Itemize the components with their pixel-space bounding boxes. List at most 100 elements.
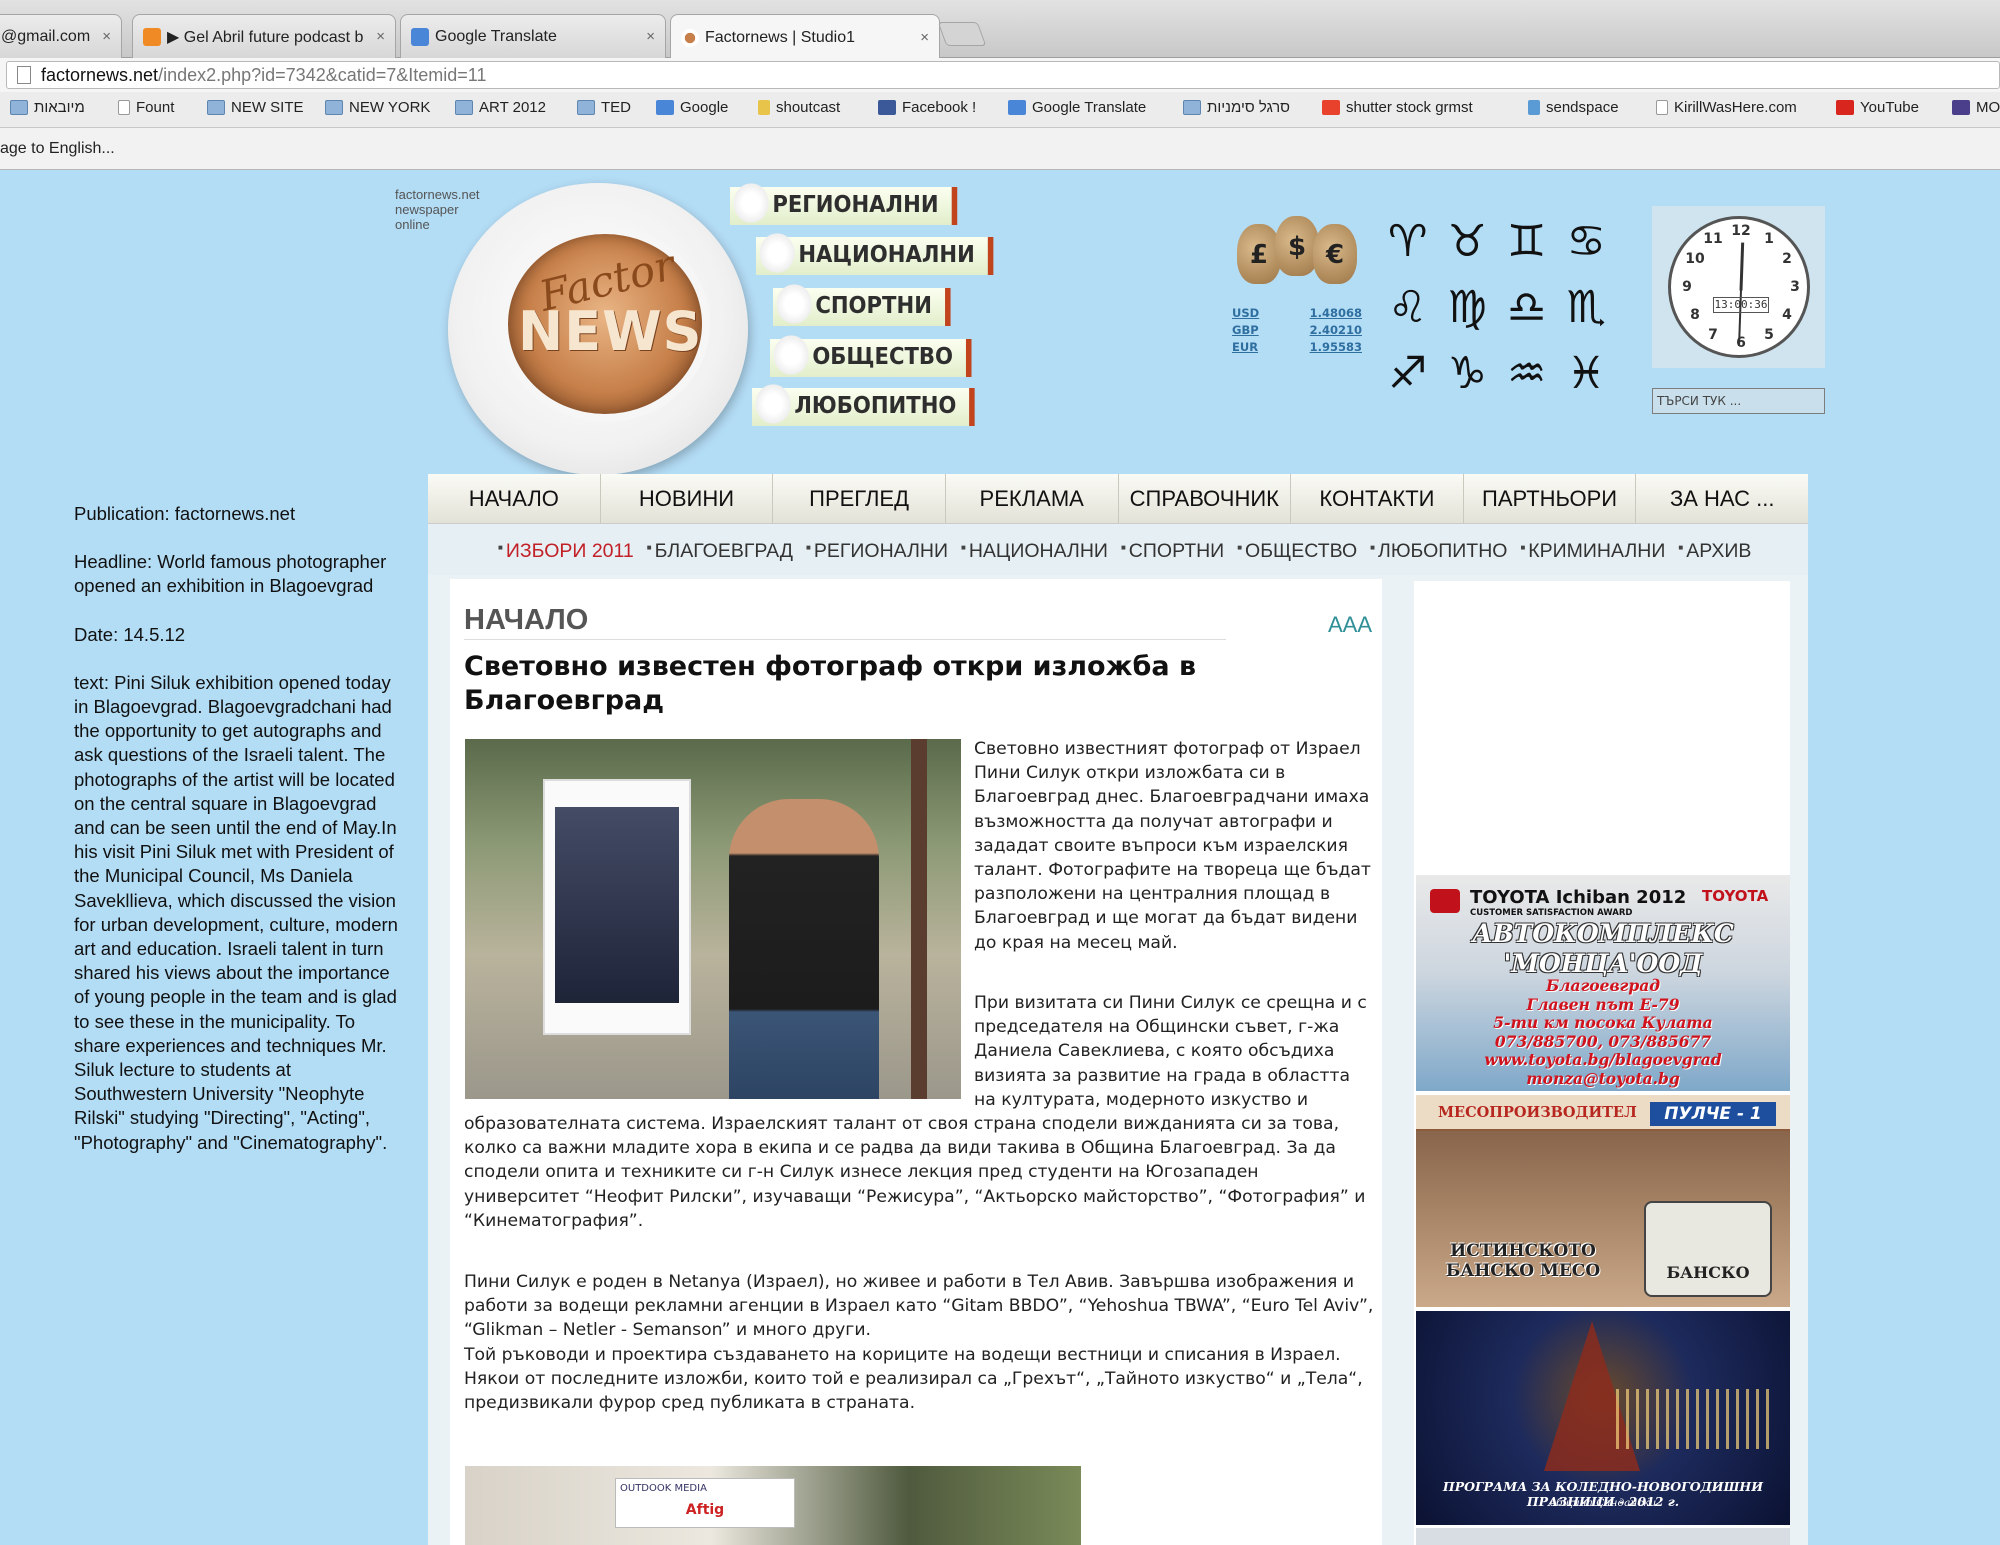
nav-review[interactable]: ПРЕГЛЕД bbox=[773, 474, 946, 523]
google-icon bbox=[656, 100, 674, 115]
nav-contacts[interactable]: КОНТАКТИ bbox=[1291, 474, 1464, 523]
nav-about[interactable]: ЗА НАС ... bbox=[1636, 474, 1808, 523]
close-icon[interactable]: × bbox=[646, 28, 655, 45]
libra-icon[interactable]: ♎ bbox=[1497, 274, 1557, 340]
folder-icon bbox=[207, 100, 225, 115]
sagittarius-icon[interactable]: ♐ bbox=[1378, 340, 1438, 406]
capricorn-icon[interactable]: ♑ bbox=[1438, 340, 1498, 406]
category-link-curious[interactable]: ЛЮБОПИТНО bbox=[752, 384, 975, 426]
clock-number: 6 bbox=[1736, 335, 1746, 351]
pisces-icon[interactable]: ♓ bbox=[1557, 340, 1617, 406]
note-text: text: Pini Siluk exhibition opened today… bbox=[74, 671, 398, 1153]
cream-blob-icon bbox=[755, 384, 791, 424]
ad-toyota-banner[interactable]: TOYOTA Ichiban 2012 CUSTOMER SATISFACTIO… bbox=[1416, 875, 1790, 1091]
currency-row[interactable]: EUR 1.95583 bbox=[1232, 340, 1362, 357]
cream-blob-icon bbox=[776, 284, 812, 324]
bookmark-label: Facebook ! bbox=[902, 99, 977, 116]
currency-code: EUR bbox=[1232, 340, 1259, 354]
bookmark-item[interactable]: MO bbox=[1952, 99, 2000, 116]
ad-next-banner[interactable] bbox=[1416, 1528, 1790, 1545]
close-icon[interactable]: × bbox=[102, 28, 111, 45]
photographer-figure bbox=[729, 799, 879, 1099]
bookmark-label: Fount bbox=[136, 99, 175, 116]
new-tab-button[interactable] bbox=[937, 22, 987, 46]
bookmark-label: YouTube bbox=[1860, 99, 1919, 116]
category-link-sports[interactable]: СПОРТНИ bbox=[773, 284, 951, 326]
clock-icon: 12 1 2 3 4 5 6 7 8 9 10 11 13:00:36 bbox=[1668, 216, 1810, 358]
subnav-sports[interactable]: СПОРТНИ bbox=[1121, 540, 1224, 563]
category-link-society[interactable]: ОБЩЕСТВО bbox=[770, 335, 972, 377]
bookmark-item[interactable]: Fount bbox=[118, 99, 174, 116]
url-input[interactable]: factornews.net /index2.php?id=7342&catid… bbox=[6, 61, 2000, 89]
bookmark-item[interactable]: KirillWasHere.com bbox=[1656, 99, 1797, 116]
subnav-elections[interactable]: ИЗБОРИ 2011 bbox=[498, 540, 634, 563]
bookmark-item[interactable]: NEW YORK bbox=[325, 99, 430, 116]
bookmark-item[interactable]: Facebook ! bbox=[878, 99, 976, 116]
address-bar: factornews.net /index2.php?id=7342&catid… bbox=[0, 58, 2000, 92]
cream-blob-icon bbox=[759, 233, 795, 273]
currency-row[interactable]: GBP 2.40210 bbox=[1232, 323, 1362, 340]
article-headline: Световно известен фотограф откри изложба… bbox=[464, 651, 1197, 716]
nav-advertising[interactable]: РЕКЛАМА bbox=[946, 474, 1119, 523]
category-link-regional[interactable]: РЕГИОНАЛНИ bbox=[730, 183, 957, 225]
tab-factornews[interactable]: Factornews | Studio1 × bbox=[670, 14, 940, 60]
clock-number: 7 bbox=[1708, 327, 1718, 343]
folder-icon bbox=[10, 100, 28, 115]
toyota-logo-icon bbox=[1430, 889, 1460, 913]
clock-widget: 12 1 2 3 4 5 6 7 8 9 10 11 13:00:36 bbox=[1652, 206, 1825, 368]
currency-row[interactable]: USD 1.48068 bbox=[1232, 306, 1362, 323]
tab-google-translate[interactable]: Google Translate × bbox=[400, 14, 666, 58]
font-size-control[interactable]: AAA bbox=[1328, 612, 1372, 638]
bookmark-item[interactable]: sendspace bbox=[1528, 99, 1619, 116]
scorpio-icon[interactable]: ♏ bbox=[1557, 274, 1617, 340]
bookmark-item[interactable]: Google bbox=[656, 99, 728, 116]
aries-icon[interactable]: ♈ bbox=[1378, 208, 1438, 274]
category-label: ЛЮБОПИТНО bbox=[794, 393, 957, 419]
note-publication: Publication: factornews.net bbox=[74, 503, 296, 524]
aquarius-icon[interactable]: ♒ bbox=[1497, 340, 1557, 406]
ad-line: Благоевград bbox=[1545, 976, 1661, 995]
article-photo[interactable] bbox=[465, 739, 961, 1099]
leo-icon[interactable]: ♌ bbox=[1378, 274, 1438, 340]
subnav-curious[interactable]: ЛЮБОПИТНО bbox=[1370, 540, 1507, 563]
subnav-crime[interactable]: КРИМИНАЛНИ bbox=[1520, 540, 1665, 563]
article-photo-second[interactable]: OUTDOOK MEDIA Aftig bbox=[465, 1466, 1081, 1545]
tab-podcast[interactable]: ▶ Gel Abril future podcast b × bbox=[132, 14, 396, 58]
virgo-icon[interactable]: ♍ bbox=[1438, 274, 1498, 340]
subnav-archive[interactable]: АРХИВ bbox=[1678, 540, 1751, 563]
subnav-society[interactable]: ОБЩЕСТВО bbox=[1237, 540, 1357, 563]
site-search-input[interactable]: ТЪРСИ ТУК ... bbox=[1652, 388, 1825, 414]
cancer-icon[interactable]: ♋ bbox=[1557, 208, 1617, 274]
subnav-national[interactable]: НАЦИОНАЛНИ bbox=[961, 540, 1108, 563]
nav-news[interactable]: НОВИНИ bbox=[601, 474, 774, 523]
bookmark-item[interactable]: סרגל סימניות bbox=[1183, 99, 1290, 116]
soundcloud-icon bbox=[143, 27, 161, 46]
bookmark-item[interactable]: ART 2012 bbox=[455, 99, 546, 116]
ad-line: 5-ти км посока Кулата bbox=[1493, 1013, 1713, 1032]
bookmark-item[interactable]: NEW SITE bbox=[207, 99, 304, 116]
bookmark-item[interactable]: YouTube bbox=[1836, 99, 1919, 116]
nav-directory[interactable]: СПРАВОЧНИК bbox=[1119, 474, 1292, 523]
ad-meat-banner[interactable]: МЕСОПРОИЗВОДИТЕЛ ПУЛЧЕ - 1 ИСТИНСКОТО БА… bbox=[1416, 1095, 1790, 1307]
category-link-national[interactable]: НАЦИОНАЛНИ bbox=[756, 233, 994, 275]
close-icon[interactable]: × bbox=[376, 28, 385, 45]
bookmark-item[interactable]: מיובאות bbox=[10, 99, 85, 116]
ad-christmas-banner[interactable]: ПРОГРАМА ЗА КОЛЕДНО-НОВОГОДИШНИ ПРАЗНИЦИ… bbox=[1416, 1311, 1790, 1525]
gemini-icon[interactable]: ♊ bbox=[1497, 208, 1557, 274]
bookmark-item[interactable]: Google Translate bbox=[1008, 99, 1146, 116]
upload-arrow-icon bbox=[1528, 100, 1540, 115]
youtube-icon bbox=[1836, 100, 1854, 115]
currency-code: USD bbox=[1232, 306, 1260, 320]
tab-gmail[interactable]: @gmail.com - × bbox=[0, 14, 122, 58]
subnav-blagoevgrad[interactable]: БЛАГОЕВГРАД bbox=[647, 540, 793, 563]
clock-digital: 13:00:36 bbox=[1713, 297, 1769, 313]
taurus-icon[interactable]: ♉ bbox=[1438, 208, 1498, 274]
subnav-regional[interactable]: РЕГИОНАЛНИ bbox=[806, 540, 948, 563]
nav-partners[interactable]: ПАРТНЬОРИ bbox=[1464, 474, 1637, 523]
bookmark-item[interactable]: shoutcast bbox=[758, 99, 840, 116]
bookmark-item[interactable]: shutter stock grmst bbox=[1322, 99, 1473, 116]
bookmark-item[interactable]: TED bbox=[577, 99, 631, 116]
translate-prompt[interactable]: age to English... bbox=[0, 140, 115, 157]
close-icon[interactable]: × bbox=[920, 29, 929, 46]
nav-home[interactable]: НАЧАЛО bbox=[428, 474, 601, 523]
